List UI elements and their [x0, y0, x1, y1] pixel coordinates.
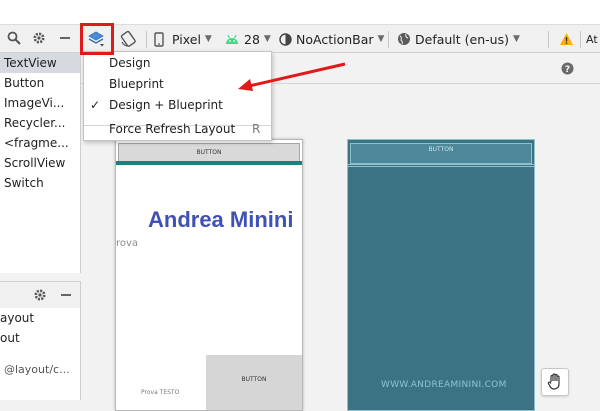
palette-item-fragment[interactable]: <fragme...	[0, 133, 80, 153]
menu-item-label: Design	[109, 56, 151, 70]
android-icon	[226, 34, 238, 44]
blueprint-guide-line	[348, 166, 534, 167]
preview-title-text[interactable]: Andrea Minini	[148, 207, 293, 233]
menu-item-label: Blueprint	[109, 77, 164, 91]
tree-item-include[interactable]: @layout/c...	[0, 360, 80, 380]
api-level-selector[interactable]: 28 ▼	[225, 29, 271, 49]
gear-icon[interactable]	[31, 30, 47, 46]
locale-label: Default (en-us)	[415, 31, 509, 47]
blueprint-guide-line	[348, 164, 534, 165]
toolbar-separator	[388, 31, 389, 48]
pan-button[interactable]	[541, 368, 569, 396]
warning-icon[interactable]	[558, 31, 574, 47]
preview-prova-text[interactable]: rova	[116, 238, 138, 249]
palette-item-scrollview[interactable]: ScrollView	[0, 153, 80, 173]
preview-bottom-button[interactable]: BUTTON	[206, 355, 302, 410]
preview-accent-bar	[116, 161, 302, 165]
palette-item-button[interactable]: Button	[0, 73, 80, 93]
blueprint-button-label: BUTTON	[428, 146, 454, 153]
tree-item-layout-child[interactable]: out	[0, 328, 80, 348]
component-tree-header	[0, 281, 81, 309]
palette-item-imageview[interactable]: ImageVi...	[0, 93, 80, 113]
menu-item-shortcut: R	[252, 122, 261, 136]
menu-item-label: Force Refresh Layout	[109, 122, 236, 136]
palette-item-switch[interactable]: Switch	[0, 173, 80, 193]
toolbar-separator	[548, 31, 549, 48]
tree-item-layout[interactable]: ayout	[0, 308, 80, 328]
menu-item-force-refresh[interactable]: Force Refresh Layout R	[84, 119, 271, 139]
api-level-label: 28	[244, 31, 260, 47]
attributes-tab[interactable]: At	[586, 29, 598, 49]
chevron-down-icon: ▼	[377, 34, 385, 44]
svg-text:?: ?	[564, 65, 569, 75]
chevron-down-icon: ▼	[204, 34, 212, 44]
chevron-down-icon: ▼	[263, 34, 271, 44]
orientation-icon[interactable]	[118, 29, 140, 49]
toolbar-separator	[580, 31, 581, 48]
search-icon[interactable]	[6, 30, 22, 46]
watermark-text: WWW.ANDREAMININI.COM	[381, 380, 507, 390]
minimize-icon[interactable]	[58, 287, 74, 303]
checkmark-icon: ✓	[90, 98, 101, 112]
toolbar-separator	[146, 31, 147, 48]
menu-item-design-blueprint[interactable]: ✓ Design + Blueprint	[84, 95, 271, 115]
component-tree: ayout out @layout/c...	[0, 308, 81, 400]
palette-panel: TextView Button ImageVi... Recycler... <…	[0, 53, 81, 273]
menu-item-label: Design + Blueprint	[109, 98, 223, 112]
gear-icon[interactable]	[32, 287, 48, 303]
palette-item-recyclerview[interactable]: Recycler...	[0, 113, 80, 133]
design-preview[interactable]: BUTTON Andrea Minini rova BUTTON Prova T…	[115, 139, 303, 411]
locale-selector[interactable]: Default (en-us) ▼	[397, 29, 520, 49]
theme-icon	[279, 32, 292, 46]
globe-icon	[398, 33, 410, 45]
device-label: Pixel	[172, 31, 201, 47]
preview-small-text[interactable]: Prova TESTO	[141, 389, 179, 396]
chevron-down-icon: ▼	[512, 34, 520, 44]
palette-item-textview[interactable]: TextView	[0, 53, 80, 73]
help-icon[interactable]: ?	[560, 61, 574, 75]
device-selector[interactable]: Pixel ▼	[154, 29, 212, 49]
preview-top-button[interactable]: BUTTON	[118, 143, 300, 162]
minimize-icon[interactable]	[57, 30, 73, 46]
theme-label: NoActionBar	[296, 31, 374, 47]
blueprint-preview[interactable]: BUTTON WWW.ANDREAMININI.COM	[347, 139, 535, 411]
theme-selector[interactable]: NoActionBar ▼	[279, 29, 384, 49]
highlight-box	[80, 23, 114, 55]
hand-icon	[547, 373, 560, 390]
phone-icon	[154, 31, 164, 47]
annotation-arrow	[238, 62, 346, 91]
blueprint-top-button[interactable]: BUTTON	[350, 143, 532, 164]
